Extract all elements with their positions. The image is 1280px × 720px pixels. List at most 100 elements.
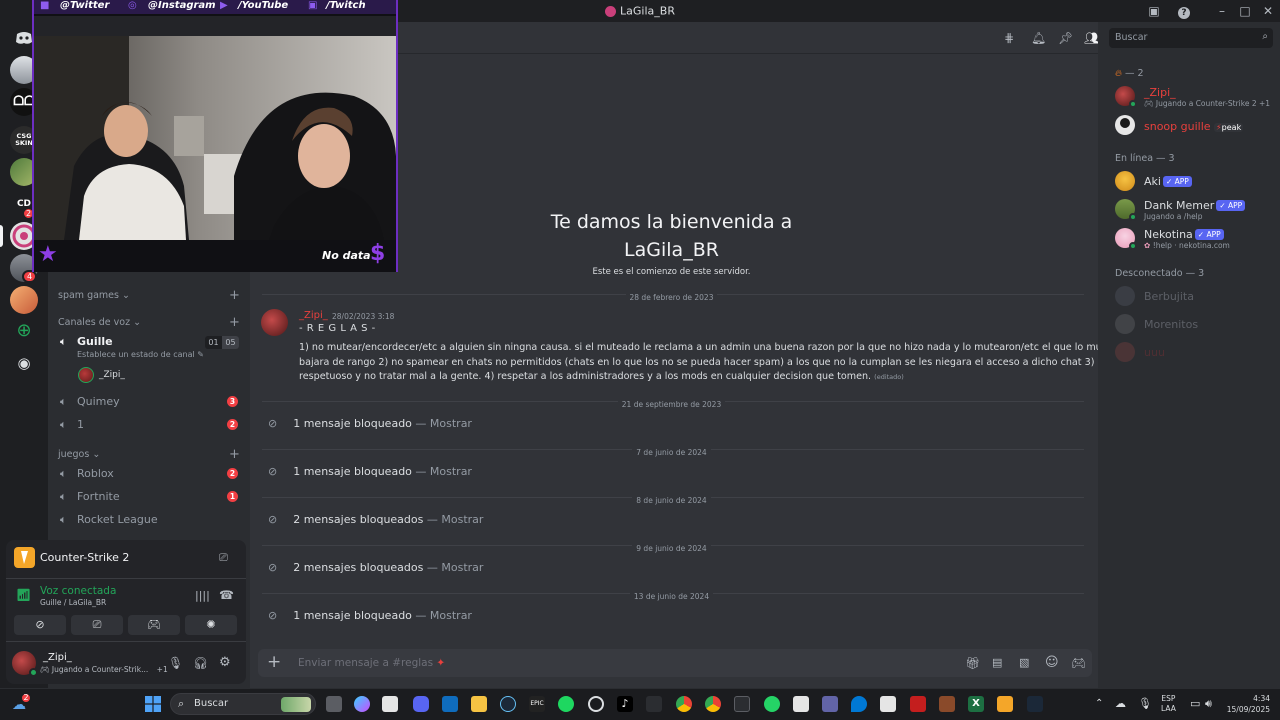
category-voice[interactable]: Canales de voz ⌄ — [58, 317, 141, 328]
help-icon[interactable]: ? — [1176, 3, 1192, 19]
member-name[interactable]: Berbujita — [1144, 290, 1194, 303]
message-author-name[interactable]: _Zipi_ — [299, 310, 328, 321]
calculator-icon[interactable] — [793, 696, 809, 712]
copilot-icon[interactable] — [354, 696, 370, 712]
share-screen-button[interactable]: ⎚ — [71, 615, 123, 635]
member-name[interactable]: _Zipi_ — [1144, 86, 1176, 99]
voice-channel-roblox[interactable]: 🔈︎ Roblox 2 — [58, 463, 242, 485]
close-button[interactable]: ✕ — [1260, 3, 1276, 19]
threads-icon[interactable]: ⋕ — [1004, 31, 1018, 45]
app-icon-3[interactable] — [880, 696, 896, 712]
add-channel-icon[interactable]: + — [229, 288, 240, 303]
gif-icon[interactable]: ▤ — [992, 656, 1002, 669]
voice-channel-rocket-league[interactable]: 🔈︎ Rocket League — [58, 509, 242, 531]
microphone-icon[interactable]: 🎙︎ — [168, 656, 183, 670]
apps-gamepad-icon[interactable]: 🎮︎ — [1071, 656, 1086, 670]
member-name[interactable]: Nekotina ✓ APP — [1144, 228, 1224, 241]
game-icon[interactable] — [939, 696, 955, 712]
member-avatar[interactable] — [1115, 115, 1135, 135]
volume-icon[interactable]: 🔊︎ — [1205, 697, 1212, 711]
member-avatar[interactable] — [1115, 314, 1135, 334]
member-name[interactable]: Morenitos — [1144, 318, 1198, 331]
pin-icon[interactable]: 📌︎ — [1058, 31, 1073, 45]
message-input[interactable]: Enviar mensaje a #reglas ✦ — [298, 657, 445, 669]
excel-icon[interactable]: X — [968, 696, 984, 712]
camera-off-button[interactable]: ⊘ — [14, 615, 66, 635]
member-avatar[interactable] — [1115, 171, 1135, 191]
tray-cloud-icon[interactable]: ☁ — [1115, 697, 1126, 710]
chrome-icon-2[interactable] — [705, 696, 721, 712]
taskbar-search[interactable]: ⌕ Buscar — [170, 693, 316, 715]
category-spam-games[interactable]: spam games ⌄ — [58, 290, 130, 301]
show-blocked-link[interactable]: Mostrar — [441, 513, 483, 526]
headphones-icon[interactable]: 🎧︎ — [193, 656, 208, 670]
show-blocked-link[interactable]: Mostrar — [441, 561, 483, 574]
voice-member-avatar[interactable] — [78, 367, 94, 383]
attach-plus-icon[interactable]: + — [267, 653, 281, 671]
monitor-icon[interactable]: ▭ — [1190, 697, 1200, 710]
tiktok-icon[interactable]: ♪ — [617, 696, 633, 712]
server-avatar-8[interactable] — [10, 286, 38, 314]
member-list-icon[interactable]: 👥︎ — [1084, 31, 1099, 45]
steam-icon[interactable] — [500, 696, 516, 712]
noise-suppression-icon[interactable]: |||| — [195, 589, 210, 602]
voice-location[interactable]: Guille / LaGila_BR — [40, 598, 106, 607]
member-name[interactable]: Dank Memer ✓ APP — [1144, 199, 1246, 212]
member-name[interactable]: snoop guille ⚡peak — [1144, 120, 1244, 133]
spotify-icon[interactable] — [558, 696, 574, 712]
discord-taskbar-icon[interactable] — [413, 696, 429, 712]
minimize-button[interactable]: – — [1214, 3, 1230, 19]
category-juegos[interactable]: juegos ⌄ — [58, 449, 100, 460]
xbox-icon[interactable] — [588, 696, 604, 712]
notification-bell-icon[interactable]: 🔔︎ — [1031, 31, 1046, 45]
file-explorer-icon[interactable] — [471, 696, 487, 712]
search-input[interactable]: Buscar ⌕ — [1109, 28, 1273, 48]
language-indicator[interactable]: ESP LAA — [1161, 694, 1176, 714]
show-blocked-link[interactable]: Mostrar — [430, 465, 472, 478]
droplet-icon[interactable] — [851, 696, 867, 712]
show-blocked-link[interactable]: Mostrar — [430, 417, 472, 430]
inbox-icon[interactable]: ▣ — [1146, 3, 1162, 19]
voice-channel-quimey[interactable]: 🔈︎ Quimey 3 — [58, 391, 242, 413]
stream-game-icon[interactable]: ⎚ — [219, 551, 228, 565]
voice-connected-label[interactable]: Voz conectada — [40, 585, 116, 597]
soundboard-button[interactable]: ✺ — [185, 615, 237, 635]
gift-icon[interactable]: 🎁︎ — [965, 656, 980, 670]
discover-servers-icon[interactable]: ◉ — [10, 350, 38, 378]
windows-start-icon[interactable] — [145, 696, 161, 712]
app-icon-2[interactable] — [734, 696, 750, 712]
add-voice-channel-icon[interactable]: + — [229, 315, 240, 330]
cs2-taskbar-icon[interactable] — [997, 696, 1013, 712]
emoji-icon[interactable]: ☺ — [1045, 655, 1059, 670]
member-name[interactable]: Aki ✓ APP — [1144, 175, 1192, 188]
message-author-avatar[interactable] — [261, 309, 288, 336]
voice-member-name[interactable]: _Zipi_ — [99, 370, 125, 380]
add-game-channel-icon[interactable]: + — [229, 447, 240, 462]
whatsapp-icon[interactable] — [764, 696, 780, 712]
store-icon[interactable] — [382, 696, 398, 712]
voice-channel-1[interactable]: 🔈︎ 1 2 — [58, 414, 242, 436]
member-name[interactable]: uuu — [1144, 346, 1165, 359]
maximize-button[interactable]: □ — [1237, 3, 1253, 19]
chrome-icon[interactable] — [676, 696, 692, 712]
tray-mic-icon[interactable]: 🎙︎ — [1138, 697, 1152, 710]
app-icon-4[interactable] — [910, 696, 926, 712]
tray-chevron-icon[interactable]: ⌃ — [1095, 698, 1103, 709]
settings-gear-icon[interactable]: ⚙ — [219, 655, 231, 670]
teams-icon[interactable] — [822, 696, 838, 712]
epic-games-icon[interactable]: EPIC — [529, 696, 545, 712]
task-view-icon[interactable] — [326, 696, 342, 712]
activities-button[interactable]: 🎮︎ — [128, 615, 180, 635]
user-name[interactable]: _Zipi_ — [43, 652, 72, 663]
steam-icon-2[interactable] — [1027, 696, 1043, 712]
outlook-icon[interactable] — [442, 696, 458, 712]
app-icon[interactable] — [646, 696, 662, 712]
voice-channel-fortnite[interactable]: 🔈︎ Fortnite 1 — [58, 486, 242, 508]
member-avatar[interactable] — [1115, 342, 1135, 362]
disconnect-icon[interactable]: ☎︎ — [219, 588, 234, 602]
taskbar-clock[interactable]: 4:34 15/09/2025 — [1222, 693, 1270, 715]
add-server-icon[interactable]: ⊕ — [10, 318, 38, 346]
channel-status-prompt[interactable]: Establece un estado de canal ✎ — [77, 350, 204, 359]
sticker-icon[interactable]: ▧ — [1019, 656, 1029, 669]
member-avatar[interactable] — [1115, 286, 1135, 306]
